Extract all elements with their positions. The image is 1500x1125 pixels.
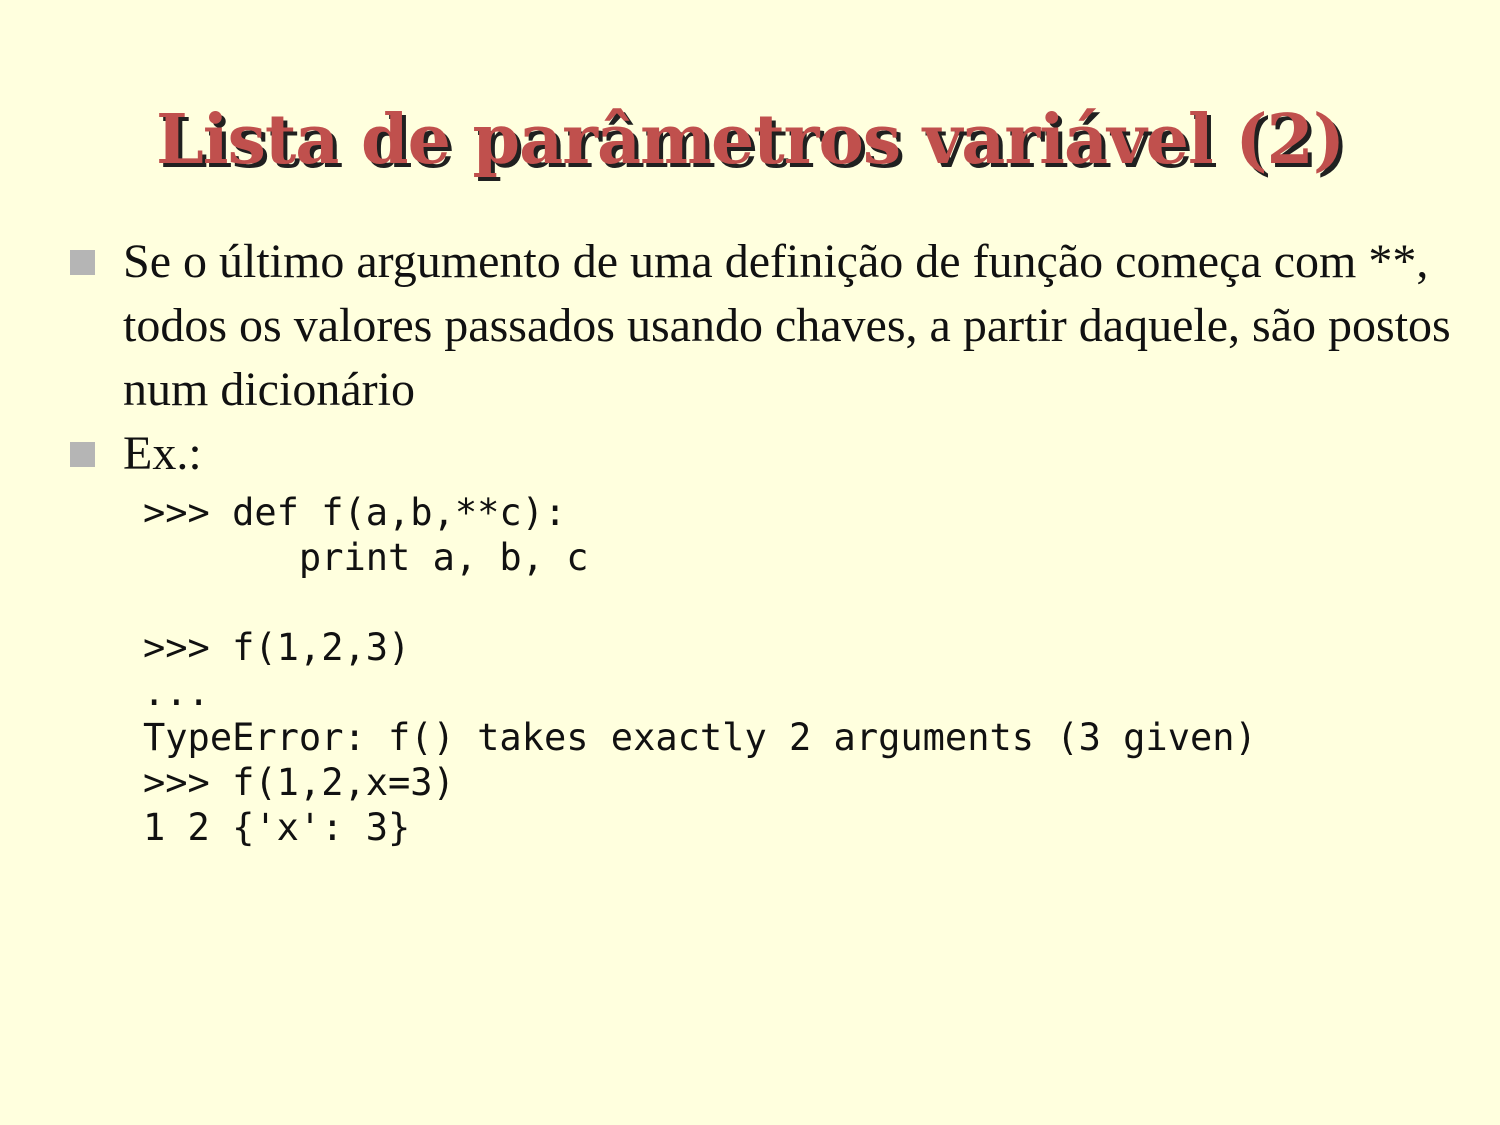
code-line: TypeError: f() takes exactly 2 arguments… — [143, 716, 1257, 759]
code-line: >>> f(1,2,3) — [143, 626, 411, 669]
presentation-slide: Lista de parâmetros variável (2) Se o úl… — [0, 0, 1500, 1125]
code-line: 1 2 {'x': 3} — [143, 806, 411, 849]
square-bullet-icon — [70, 250, 95, 275]
bullet-text: Se o último argumento de uma definição d… — [123, 235, 1451, 416]
bullet-text: Ex.: — [123, 427, 202, 480]
slide-title: Lista de parâmetros variável (2) — [155, 100, 1345, 180]
code-line: >>> f(1,2,x=3) — [143, 761, 455, 804]
code-line: ... — [143, 671, 210, 714]
code-line: >>> def f(a,b,**c): — [143, 491, 567, 534]
square-bullet-icon — [70, 442, 95, 467]
bullet-list: Se o último argumento de uma definição d… — [70, 230, 1470, 486]
bullet-item-example: Ex.: — [70, 422, 1470, 486]
code-example: >>> def f(a,b,**c): print a, b, c >>> f(… — [143, 490, 1257, 850]
code-line: print a, b, c — [143, 536, 589, 579]
bullet-item-description: Se o último argumento de uma definição d… — [70, 230, 1470, 422]
